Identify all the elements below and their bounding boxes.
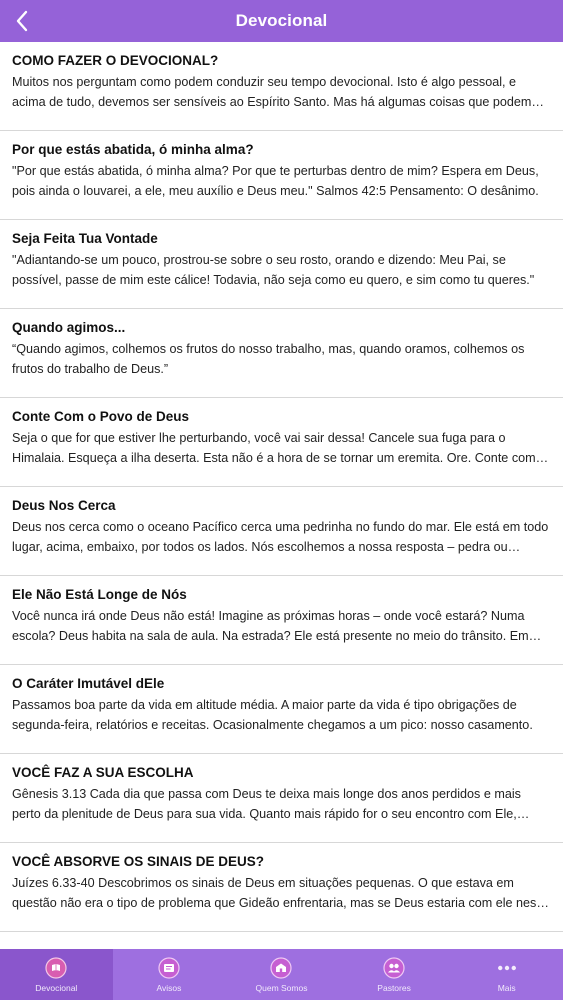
page-title: Devocional [235,11,328,30]
tab-pastores[interactable]: Pastores [338,949,451,1000]
item-title: VOCÊ ABSORVE OS SINAIS DE DEUS? [12,854,265,869]
item-excerpt: Você nunca irá onde Deus não está! Imagi… [12,609,529,643]
item-excerpt: Muitos nos perguntam como podem conduzir… [12,75,532,109]
list-item[interactable]: VOCÊ FAZ A SUA ESCOLHA Gênesis 3.13 Cada… [0,754,563,843]
pastors-icon [383,957,405,979]
tab-label: Quem Somos [255,983,308,993]
item-title: Por que estás abatida, ó minha alma? [12,142,254,157]
item-title: VOCÊ FAZ A SUA ESCOLHA [12,765,194,780]
item-title: O Caráter Imutável dEle [12,676,165,691]
list-item[interactable]: Conte Com o Povo de Deus Seja o que for … [0,398,563,487]
back-button[interactable] [10,8,34,34]
tab-label: Pastores [377,983,411,993]
tab-quem-somos[interactable]: Quem Somos [225,949,338,1000]
navigation-bar: Devocional [0,0,563,42]
tab-label: Devocional [35,983,78,993]
list-item[interactable]: Deus Nos Cerca Deus nos cerca como o oce… [0,487,563,576]
tab-label: Avisos [156,983,182,993]
item-excerpt: "Por que estás abatida, ó minha alma? Po… [12,164,539,198]
item-excerpt: "Adiantando-se um pouco, prostrou-se sob… [12,253,535,287]
list-item[interactable]: COMO FAZER O DEVOCIONAL? Muitos nos perg… [0,42,563,131]
list-item[interactable]: Por que estás abatida, ó minha alma? "Po… [0,131,563,220]
devotional-icon [45,957,67,979]
item-title: Deus Nos Cerca [12,498,116,513]
tab-devocional[interactable]: Devocional [0,949,113,1000]
tab-avisos[interactable]: Avisos [113,949,226,1000]
tab-bar: Devocional Avisos Quem Somos Pastores Ma… [0,949,563,1000]
tab-label: Mais [497,983,516,993]
item-title: Conte Com o Povo de Deus [12,409,190,424]
item-title: Ele Não Está Longe de Nós [12,587,187,602]
item-excerpt: “Quando agimos, colhemos os frutos do no… [12,342,525,376]
item-excerpt: Gênesis 3.13 Cada dia que passa com Deus… [12,787,521,821]
devotional-list[interactable]: COMO FAZER O DEVOCIONAL? Muitos nos perg… [0,42,563,949]
tab-mais[interactable]: Mais [450,949,563,1000]
item-excerpt: Deus nos cerca como o oceano Pacífico ce… [12,520,549,554]
item-excerpt: Passamos boa parte da vida em altitude m… [12,698,533,732]
list-item[interactable]: Ele Não Está Longe de Nós Você nunca irá… [0,576,563,665]
item-title: COMO FAZER O DEVOCIONAL? [12,53,219,68]
item-title: Quando agimos... [12,320,126,335]
chevron-left-icon [16,10,28,32]
item-excerpt: Seja o que for que estiver lhe perturban… [12,431,547,465]
list-item[interactable]: VOCÊ ABSORVE OS SINAIS DE DEUS? Juízes 6… [0,843,563,932]
list-item[interactable]: Seja Feita Tua Vontade "Adiantando-se um… [0,220,563,309]
church-icon [270,957,293,979]
list-item[interactable]: Quando agimos... “Quando agimos, colhemo… [0,309,563,398]
item-excerpt: Juízes 6.33-40 Descobrimos os sinais de … [12,876,550,910]
list-item[interactable]: O Caráter Imutável dEle Passamos boa par… [0,665,563,754]
item-title: Seja Feita Tua Vontade [12,231,158,246]
notice-board-icon [158,957,180,979]
more-dots-icon [496,957,518,979]
